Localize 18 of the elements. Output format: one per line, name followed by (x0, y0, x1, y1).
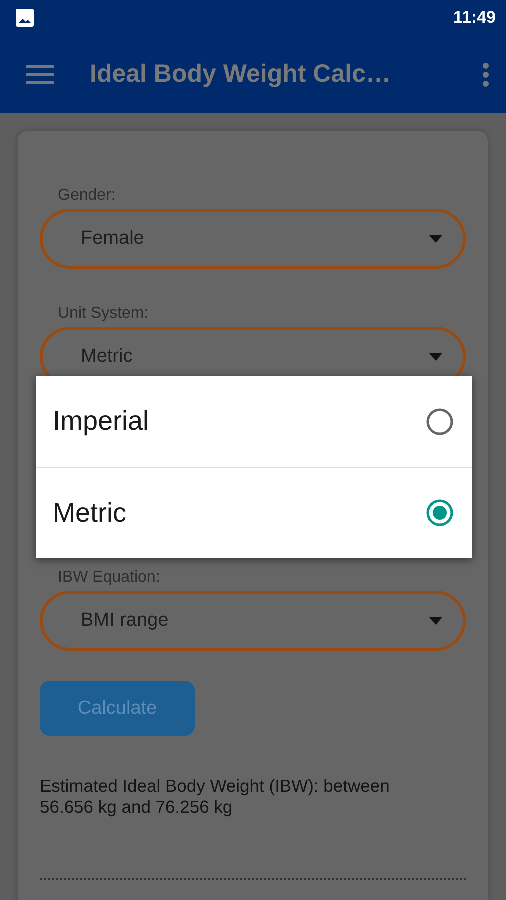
field-label: Gender: (58, 187, 117, 205)
option-item[interactable]: Metric (36, 467, 472, 558)
dropdown-arrow-icon (429, 235, 443, 243)
dropdown-field[interactable]: Female (40, 209, 466, 269)
dropdown-arrow-icon (429, 353, 443, 361)
app-title: Ideal Body Weight Calc… (90, 60, 392, 89)
field-label: IBW Equation: (58, 569, 162, 587)
field-label: Unit System: (58, 305, 150, 323)
menu-icon[interactable] (26, 64, 54, 84)
dropdown-arrow-icon (429, 617, 443, 625)
radio-button[interactable] (426, 408, 454, 436)
image-icon (16, 9, 34, 27)
calculate-button[interactable]: Calculate (40, 681, 195, 736)
radio-button[interactable] (426, 499, 454, 527)
result-text: Estimated Ideal Body Weight (IBW): between 56.656 kg and 76.256 kg (40, 776, 391, 818)
dropdown-field[interactable]: BMI range (40, 591, 466, 651)
clock-time: 11:49 (453, 8, 496, 28)
more-options-icon[interactable] (482, 62, 490, 86)
